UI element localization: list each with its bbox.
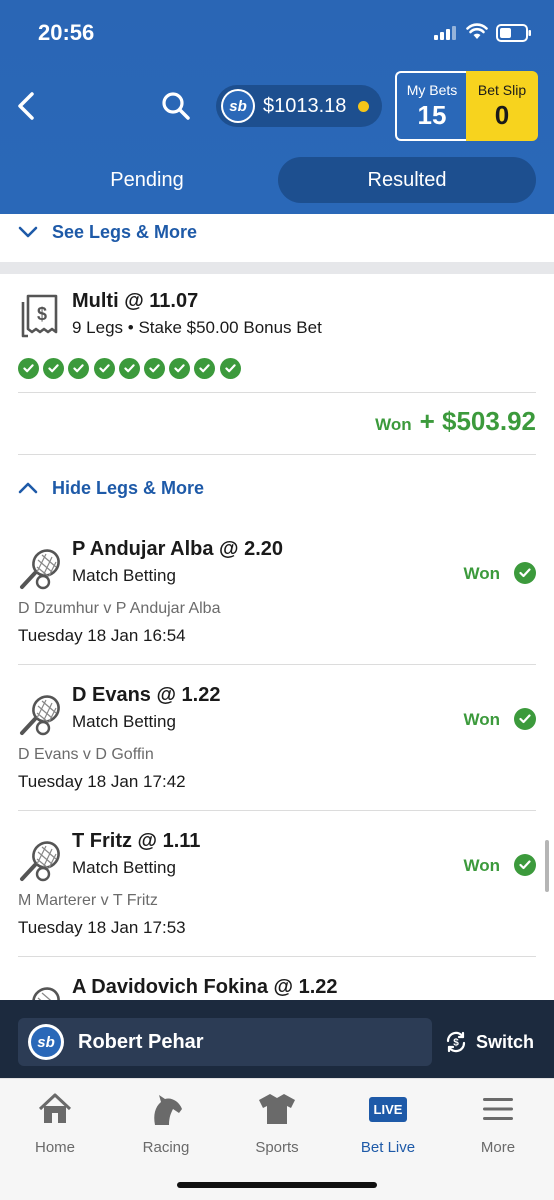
- check-circle-icon: [18, 358, 39, 379]
- account-name: Robert Pehar: [78, 1030, 204, 1053]
- search-icon[interactable]: [160, 90, 192, 122]
- nav-racing-label: Racing: [142, 1139, 190, 1156]
- check-circle-icon: [169, 358, 191, 379]
- switch-label: Switch: [476, 1031, 535, 1052]
- leg-match: D Dzumhur v P Andujar Alba: [18, 600, 221, 617]
- leg-market: Match Betting: [72, 712, 176, 731]
- leg-result: Won: [463, 856, 500, 875]
- leg-result: Won: [463, 564, 500, 583]
- section-divider: [0, 262, 554, 274]
- leg-market: Match Betting: [72, 858, 176, 877]
- nav-bet-live[interactable]: LIVE Bet Live: [333, 1089, 443, 1156]
- leg-match: M Marterer v T Fritz: [18, 892, 158, 909]
- divider: [18, 392, 536, 393]
- check-circle-icon: [514, 562, 536, 584]
- jersey-icon: [259, 1094, 295, 1124]
- tab-pending[interactable]: Pending: [18, 157, 276, 203]
- account-bar: sb Robert Pehar $ Switch: [0, 1000, 554, 1078]
- svg-text:$: $: [453, 1038, 459, 1049]
- divider: [18, 956, 536, 957]
- nav-sports-label: Sports: [255, 1139, 299, 1156]
- leg-title: P Andujar Alba @ 2.20: [72, 538, 284, 560]
- app-header: 20:56 sb $1013.18 My Bets 15 Bet Slip 0 …: [0, 0, 554, 214]
- my-bets-count: 15: [417, 100, 447, 130]
- back-chevron-icon[interactable]: [14, 88, 42, 124]
- bet-title: Multi @ 11.07: [72, 290, 199, 312]
- my-bets-label: My Bets: [406, 82, 458, 98]
- check-circle-icon: [43, 358, 65, 379]
- check-circle-icon: [219, 358, 241, 379]
- bet-result-amount: + $503.92: [419, 406, 536, 436]
- account-balance: $1013.18: [263, 94, 347, 117]
- tab-resulted[interactable]: Resulted: [278, 157, 536, 203]
- check-circle-icon: [514, 708, 536, 730]
- bet-slip-button[interactable]: Bet Slip 0: [466, 71, 538, 141]
- check-circle-icon: [143, 358, 165, 379]
- sb-logo-badge: sb: [28, 1024, 64, 1060]
- leg-date: Tuesday 18 Jan 17:42: [18, 772, 186, 791]
- nav-home-label: Home: [34, 1139, 75, 1156]
- scrollbar[interactable]: [545, 840, 549, 892]
- switch-account-button[interactable]: $ Switch: [444, 1022, 534, 1062]
- bet-subtitle: 9 Legs • Stake $50.00 Bonus Bet: [72, 318, 322, 337]
- leg-date: Tuesday 18 Jan 16:54: [18, 626, 186, 645]
- divider: [18, 454, 536, 455]
- balance-indicator-dot: [358, 100, 370, 112]
- home-icon: [38, 1093, 72, 1123]
- check-circle-icon: [514, 854, 536, 876]
- see-legs-label: See Legs & More: [52, 221, 198, 242]
- check-circle-icon: [118, 358, 140, 379]
- sb-logo-text: sb: [31, 1027, 61, 1057]
- svg-text:$: $: [37, 304, 47, 324]
- divider: [18, 810, 536, 811]
- home-indicator: [177, 1182, 377, 1188]
- leg-result: Won: [463, 710, 500, 729]
- hide-legs-label: Hide Legs & More: [52, 477, 205, 498]
- tennis-racquet-icon: [20, 695, 60, 736]
- nav-racing[interactable]: Racing: [111, 1089, 221, 1156]
- see-legs-toggle[interactable]: See Legs & More: [18, 214, 197, 250]
- my-bets-button[interactable]: My Bets 15: [395, 71, 467, 141]
- chevron-down-icon: [18, 226, 38, 238]
- leg-match: D Evans v D Goffin: [18, 746, 154, 763]
- sb-logo-badge: sb: [221, 89, 255, 123]
- status-time: 20:56: [38, 20, 95, 45]
- live-icon: LIVE: [368, 1096, 408, 1122]
- live-icon-text: LIVE: [373, 1101, 403, 1117]
- account-selector[interactable]: sb Robert Pehar: [18, 1018, 432, 1066]
- nav-more[interactable]: More: [443, 1089, 553, 1156]
- balance-pill[interactable]: sb $1013.18: [216, 85, 382, 127]
- bet-result: Won + $503.92: [375, 406, 536, 437]
- receipt-dollar-icon: $: [21, 294, 58, 338]
- nav-sports[interactable]: Sports: [222, 1089, 332, 1156]
- switch-arrows-icon: $: [446, 1031, 466, 1053]
- check-circle-icon: [93, 358, 115, 379]
- tennis-racquet-icon: [20, 549, 60, 590]
- bet-slip-count: 0: [494, 100, 510, 130]
- nav-home[interactable]: Home: [0, 1089, 110, 1156]
- check-circle-icon: [68, 358, 90, 379]
- tennis-racquet-icon: [20, 841, 60, 882]
- leg-market: Match Betting: [72, 566, 176, 585]
- nav-more-label: More: [480, 1139, 516, 1156]
- horse-icon: [154, 1095, 182, 1125]
- status-bar: 20:56: [0, 0, 554, 62]
- sb-logo-text: sb: [223, 91, 253, 121]
- leg-title: A Davidovich Fokina @ 1.22: [72, 976, 338, 998]
- signal-icon: [434, 26, 456, 40]
- nav-bet-live-label: Bet Live: [360, 1139, 416, 1156]
- divider: [18, 664, 536, 665]
- wifi-icon: [466, 23, 488, 39]
- menu-icon: [483, 1098, 513, 1120]
- legs-result-checks: [18, 358, 245, 379]
- bet-slip-label: Bet Slip: [477, 82, 527, 98]
- leg-title: T Fritz @ 1.11: [72, 830, 201, 852]
- chevron-up-icon: [18, 482, 38, 494]
- battery-icon: [496, 24, 531, 42]
- leg-title: D Evans @ 1.22: [72, 684, 221, 706]
- bet-result-label: Won: [375, 415, 412, 434]
- check-circle-icon: [194, 358, 216, 379]
- hide-legs-toggle[interactable]: Hide Legs & More: [18, 470, 204, 506]
- leg-date: Tuesday 18 Jan 17:53: [18, 918, 186, 937]
